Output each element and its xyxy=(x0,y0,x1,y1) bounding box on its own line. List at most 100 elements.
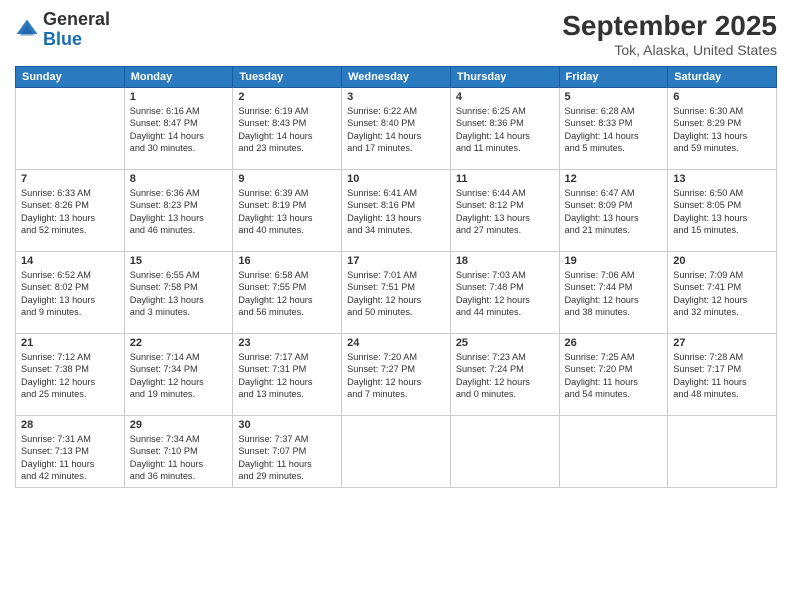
day-info: Sunrise: 7:14 AM Sunset: 7:34 PM Dayligh… xyxy=(130,351,228,401)
calendar-day-cell: 9 Sunrise: 6:39 AM Sunset: 8:19 PM Daylig… xyxy=(233,170,342,252)
day-number: 4 xyxy=(456,91,554,103)
day-info: Sunrise: 6:30 AM Sunset: 8:29 PM Dayligh… xyxy=(673,105,771,155)
calendar-day-cell: 23 Sunrise: 7:17 AM Sunset: 7:31 PM Dayli… xyxy=(233,334,342,416)
day-info: Sunrise: 6:25 AM Sunset: 8:36 PM Dayligh… xyxy=(456,105,554,155)
day-info: Sunrise: 7:09 AM Sunset: 7:41 PM Dayligh… xyxy=(673,269,771,319)
day-number: 30 xyxy=(238,419,336,431)
calendar-week-row: 21 Sunrise: 7:12 AM Sunset: 7:38 PM Dayli… xyxy=(16,334,777,416)
day-number: 3 xyxy=(347,91,445,103)
calendar-day-cell: 3 Sunrise: 6:22 AM Sunset: 8:40 PM Daylig… xyxy=(342,88,451,170)
calendar-day-cell: 5 Sunrise: 6:28 AM Sunset: 8:33 PM Daylig… xyxy=(559,88,668,170)
day-number: 17 xyxy=(347,255,445,267)
day-number: 27 xyxy=(673,337,771,349)
day-info: Sunrise: 7:12 AM Sunset: 7:38 PM Dayligh… xyxy=(21,351,119,401)
day-info: Sunrise: 7:17 AM Sunset: 7:31 PM Dayligh… xyxy=(238,351,336,401)
day-number: 10 xyxy=(347,173,445,185)
calendar-header-row: SundayMondayTuesdayWednesdayThursdayFrid… xyxy=(16,67,777,88)
day-number: 24 xyxy=(347,337,445,349)
day-number: 7 xyxy=(21,173,119,185)
calendar-day-cell: 14 Sunrise: 6:52 AM Sunset: 8:02 PM Dayli… xyxy=(16,252,125,334)
day-of-week-header: Thursday xyxy=(450,67,559,88)
calendar-day-cell: 30 Sunrise: 7:37 AM Sunset: 7:07 PM Dayli… xyxy=(233,416,342,488)
day-info: Sunrise: 7:03 AM Sunset: 7:48 PM Dayligh… xyxy=(456,269,554,319)
calendar-day-cell: 4 Sunrise: 6:25 AM Sunset: 8:36 PM Daylig… xyxy=(450,88,559,170)
day-info: Sunrise: 7:25 AM Sunset: 7:20 PM Dayligh… xyxy=(565,351,663,401)
day-number: 12 xyxy=(565,173,663,185)
calendar-day-cell: 6 Sunrise: 6:30 AM Sunset: 8:29 PM Daylig… xyxy=(668,88,777,170)
day-info: Sunrise: 6:19 AM Sunset: 8:43 PM Dayligh… xyxy=(238,105,336,155)
day-info: Sunrise: 6:39 AM Sunset: 8:19 PM Dayligh… xyxy=(238,187,336,237)
calendar-day-cell: 24 Sunrise: 7:20 AM Sunset: 7:27 PM Dayli… xyxy=(342,334,451,416)
day-number: 19 xyxy=(565,255,663,267)
calendar-week-row: 14 Sunrise: 6:52 AM Sunset: 8:02 PM Dayli… xyxy=(16,252,777,334)
calendar-day-cell: 15 Sunrise: 6:55 AM Sunset: 7:58 PM Dayli… xyxy=(124,252,233,334)
calendar-day-cell: 11 Sunrise: 6:44 AM Sunset: 8:12 PM Dayli… xyxy=(450,170,559,252)
calendar-day-cell xyxy=(342,416,451,488)
day-of-week-header: Tuesday xyxy=(233,67,342,88)
title-block: September 2025 Tok, Alaska, United State… xyxy=(562,10,777,58)
calendar-day-cell: 8 Sunrise: 6:36 AM Sunset: 8:23 PM Daylig… xyxy=(124,170,233,252)
day-number: 5 xyxy=(565,91,663,103)
day-info: Sunrise: 7:31 AM Sunset: 7:13 PM Dayligh… xyxy=(21,433,119,483)
calendar-day-cell: 27Sunrise: 7:28 AM Sunset: 7:17 PM Dayli… xyxy=(668,334,777,416)
page-title: September 2025 xyxy=(562,10,777,42)
calendar-day-cell xyxy=(559,416,668,488)
day-number: 11 xyxy=(456,173,554,185)
calendar-day-cell xyxy=(668,416,777,488)
day-number: 28 xyxy=(21,419,119,431)
day-number: 8 xyxy=(130,173,228,185)
day-info: Sunrise: 6:55 AM Sunset: 7:58 PM Dayligh… xyxy=(130,269,228,319)
calendar-day-cell: 10Sunrise: 6:41 AM Sunset: 8:16 PM Dayli… xyxy=(342,170,451,252)
day-info: Sunrise: 6:36 AM Sunset: 8:23 PM Dayligh… xyxy=(130,187,228,237)
day-number: 18 xyxy=(456,255,554,267)
logo: General Blue xyxy=(15,10,110,50)
day-number: 21 xyxy=(21,337,119,349)
day-number: 26 xyxy=(565,337,663,349)
page-header: General Blue September 2025 Tok, Alaska,… xyxy=(15,10,777,58)
day-info: Sunrise: 6:44 AM Sunset: 8:12 PM Dayligh… xyxy=(456,187,554,237)
day-info: Sunrise: 7:01 AM Sunset: 7:51 PM Dayligh… xyxy=(347,269,445,319)
calendar-day-cell: 21 Sunrise: 7:12 AM Sunset: 7:38 PM Dayli… xyxy=(16,334,125,416)
day-number: 16 xyxy=(238,255,336,267)
day-number: 6 xyxy=(673,91,771,103)
day-info: Sunrise: 6:52 AM Sunset: 8:02 PM Dayligh… xyxy=(21,269,119,319)
day-info: Sunrise: 6:28 AM Sunset: 8:33 PM Dayligh… xyxy=(565,105,663,155)
day-info: Sunrise: 6:16 AM Sunset: 8:47 PM Dayligh… xyxy=(130,105,228,155)
calendar-day-cell xyxy=(16,88,125,170)
logo-text: General Blue xyxy=(43,10,110,50)
calendar-day-cell: 7 Sunrise: 6:33 AM Sunset: 8:26 PM Daylig… xyxy=(16,170,125,252)
day-info: Sunrise: 7:37 AM Sunset: 7:07 PM Dayligh… xyxy=(238,433,336,483)
calendar-day-cell: 17 Sunrise: 7:01 AM Sunset: 7:51 PM Dayli… xyxy=(342,252,451,334)
day-of-week-header: Saturday xyxy=(668,67,777,88)
calendar-day-cell: 12 Sunrise: 6:47 AM Sunset: 8:09 PM Dayli… xyxy=(559,170,668,252)
day-number: 14 xyxy=(21,255,119,267)
day-info: Sunrise: 7:34 AM Sunset: 7:10 PM Dayligh… xyxy=(130,433,228,483)
day-number: 23 xyxy=(238,337,336,349)
calendar-week-row: 1Sunrise: 6:16 AM Sunset: 8:47 PM Daylig… xyxy=(16,88,777,170)
calendar-week-row: 28 Sunrise: 7:31 AM Sunset: 7:13 PM Dayli… xyxy=(16,416,777,488)
logo-icon xyxy=(15,18,39,42)
calendar-day-cell: 25Sunrise: 7:23 AM Sunset: 7:24 PM Dayli… xyxy=(450,334,559,416)
calendar-day-cell: 22 Sunrise: 7:14 AM Sunset: 7:34 PM Dayli… xyxy=(124,334,233,416)
calendar-day-cell: 28 Sunrise: 7:31 AM Sunset: 7:13 PM Dayli… xyxy=(16,416,125,488)
day-number: 2 xyxy=(238,91,336,103)
day-number: 15 xyxy=(130,255,228,267)
day-info: Sunrise: 6:33 AM Sunset: 8:26 PM Dayligh… xyxy=(21,187,119,237)
day-number: 13 xyxy=(673,173,771,185)
day-info: Sunrise: 7:20 AM Sunset: 7:27 PM Dayligh… xyxy=(347,351,445,401)
day-of-week-header: Friday xyxy=(559,67,668,88)
day-number: 9 xyxy=(238,173,336,185)
calendar-table: SundayMondayTuesdayWednesdayThursdayFrid… xyxy=(15,66,777,488)
day-number: 20 xyxy=(673,255,771,267)
day-info: Sunrise: 6:47 AM Sunset: 8:09 PM Dayligh… xyxy=(565,187,663,237)
day-number: 25 xyxy=(456,337,554,349)
day-info: Sunrise: 6:22 AM Sunset: 8:40 PM Dayligh… xyxy=(347,105,445,155)
calendar-day-cell: 19Sunrise: 7:06 AM Sunset: 7:44 PM Dayli… xyxy=(559,252,668,334)
day-number: 22 xyxy=(130,337,228,349)
calendar-day-cell: 1Sunrise: 6:16 AM Sunset: 8:47 PM Daylig… xyxy=(124,88,233,170)
calendar-day-cell xyxy=(450,416,559,488)
calendar-day-cell: 20 Sunrise: 7:09 AM Sunset: 7:41 PM Dayli… xyxy=(668,252,777,334)
calendar-week-row: 7 Sunrise: 6:33 AM Sunset: 8:26 PM Daylig… xyxy=(16,170,777,252)
calendar-day-cell: 16Sunrise: 6:58 AM Sunset: 7:55 PM Dayli… xyxy=(233,252,342,334)
day-info: Sunrise: 6:50 AM Sunset: 8:05 PM Dayligh… xyxy=(673,187,771,237)
